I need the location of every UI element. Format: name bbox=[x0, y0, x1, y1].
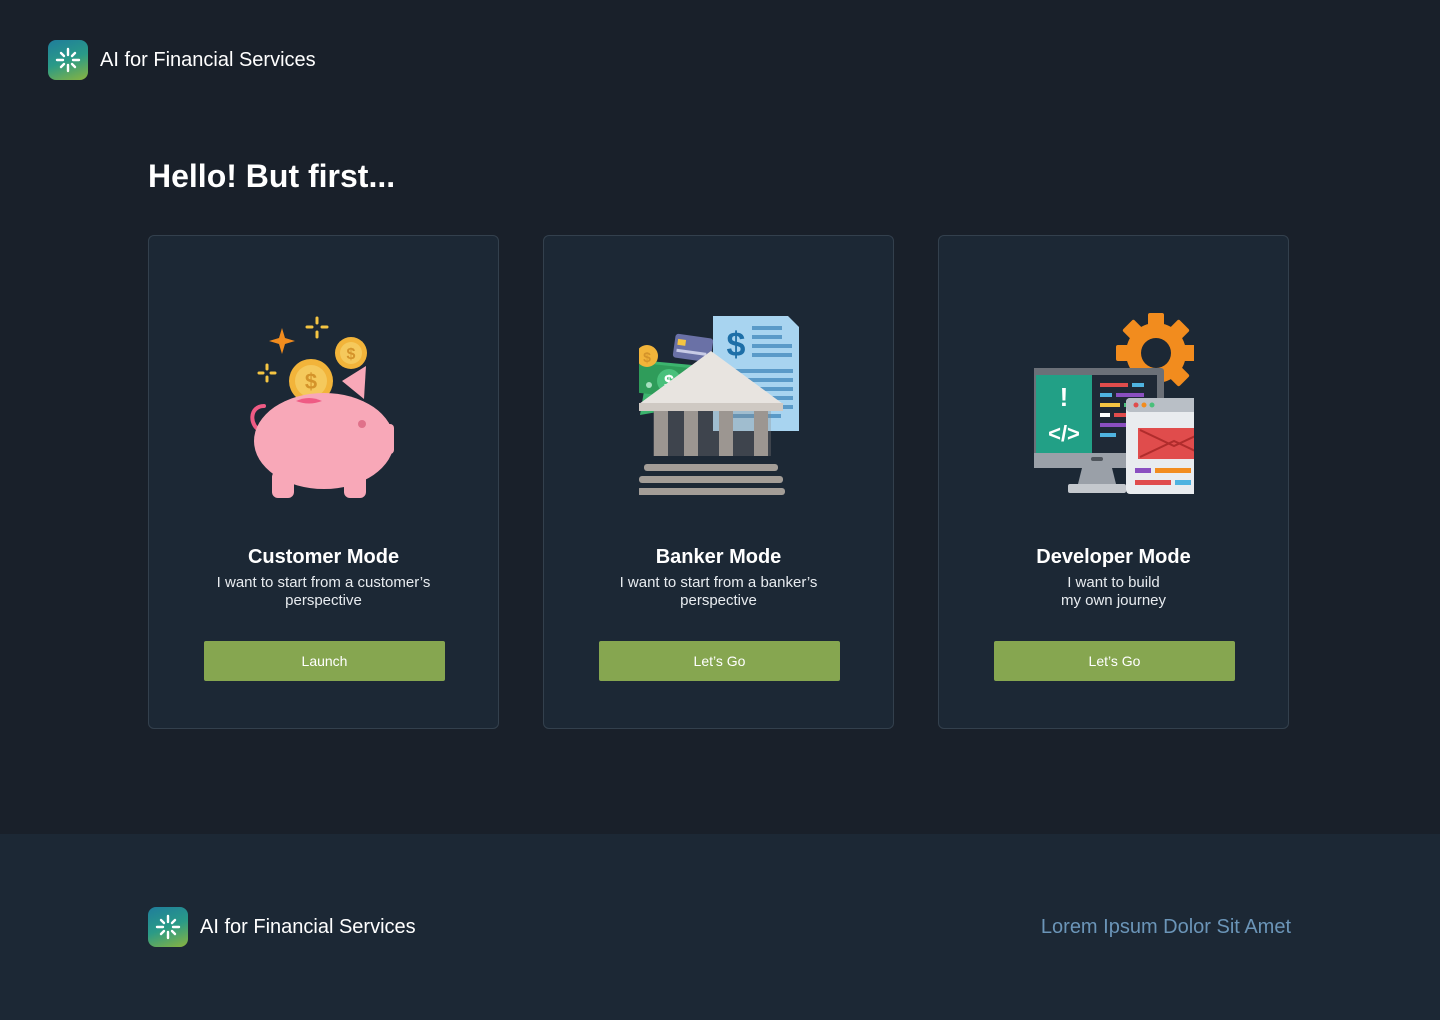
footer-brand: AI for Financial Services bbox=[148, 907, 416, 947]
svg-text:!: ! bbox=[1060, 382, 1069, 412]
piggy-bank-icon: $ $ bbox=[250, 316, 394, 498]
customer-mode-card: $ $ Customer Mode I want to start from a… bbox=[148, 235, 499, 729]
card-description-line: perspective bbox=[680, 592, 757, 609]
svg-text:$: $ bbox=[347, 346, 356, 363]
svg-text:$: $ bbox=[305, 369, 317, 394]
footer: AI for Financial Services Lorem Ipsum Do… bbox=[0, 834, 1440, 1020]
banker-mode-card: $ $ $ Banker Mode I want to start from a bbox=[543, 235, 894, 729]
svg-text:</>: </> bbox=[1048, 421, 1080, 446]
card-description: I want to start from a banker’s perspect… bbox=[584, 574, 853, 610]
lets-go-button[interactable]: Let’s Go bbox=[599, 641, 840, 681]
developer-computer-icon: ! </> bbox=[1034, 313, 1194, 494]
card-description-line: perspective bbox=[285, 592, 362, 609]
card-description-line: I want to start from a banker’s bbox=[619, 574, 818, 591]
app-header: AI for Financial Services bbox=[48, 40, 316, 80]
card-description: I want to start from a customer’s perspe… bbox=[189, 574, 458, 610]
card-description-line: I want to start from a customer’s bbox=[216, 574, 431, 591]
footer-link[interactable]: Lorem Ipsum Dolor Sit Amet bbox=[1041, 916, 1291, 939]
svg-text:$: $ bbox=[727, 326, 746, 364]
sparkle-logo-icon[interactable] bbox=[148, 907, 188, 947]
brand-title: AI for Financial Services bbox=[100, 48, 316, 71]
page-title: Hello! But first... bbox=[148, 158, 396, 194]
svg-text:$: $ bbox=[643, 349, 651, 365]
footer-brand-title: AI for Financial Services bbox=[200, 915, 416, 938]
card-title: Banker Mode bbox=[655, 546, 782, 568]
developer-mode-card: ! </> Developer Mode I want to build my bbox=[938, 235, 1289, 729]
card-description: I want to build my own journey bbox=[979, 574, 1248, 610]
launch-button[interactable]: Launch bbox=[204, 641, 445, 681]
bank-building-icon: $ $ $ bbox=[639, 316, 799, 495]
card-title: Developer Mode bbox=[1036, 546, 1191, 568]
sparkle-logo-icon[interactable] bbox=[48, 40, 88, 80]
card-description-line: I want to build bbox=[1067, 574, 1160, 591]
card-description-line: my own journey bbox=[1060, 592, 1167, 609]
lets-go-button[interactable]: Let’s Go bbox=[994, 641, 1235, 681]
card-title: Customer Mode bbox=[247, 546, 400, 568]
